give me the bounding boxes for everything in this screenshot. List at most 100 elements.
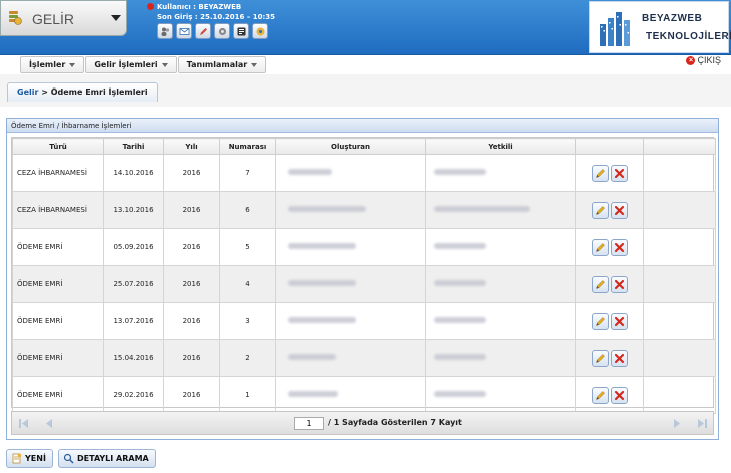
- cell-year: 2016: [163, 265, 220, 303]
- breadcrumb-current: Ödeme Emri İşlemleri: [50, 88, 148, 97]
- col-header-year[interactable]: Yılı: [163, 138, 220, 155]
- page-number-input[interactable]: 1: [294, 417, 324, 430]
- cell-actions: [575, 154, 644, 192]
- edit-row-button[interactable]: [591, 238, 609, 256]
- first-page-icon[interactable]: [18, 418, 30, 429]
- redacted-text: [434, 243, 486, 249]
- edit-row-button[interactable]: [591, 275, 609, 293]
- cell-actions: [575, 265, 644, 303]
- cell-type: ÖDEME EMRİ: [12, 302, 104, 340]
- table-row[interactable]: ÖDEME EMRİ 13.07.2016 2016 3: [12, 302, 716, 340]
- pencil-icon: [595, 242, 605, 252]
- cell-actions: [575, 191, 644, 229]
- delete-icon: [614, 316, 624, 326]
- delete-row-button[interactable]: [610, 349, 628, 367]
- pencil-icon: [595, 316, 605, 326]
- delete-row-button[interactable]: [610, 386, 628, 404]
- redacted-text: [434, 169, 486, 175]
- table-row[interactable]: ÖDEME EMRİ 05.09.2016 2016 5: [12, 228, 716, 266]
- table-header-row: Türü Tarihi Yılı Numarası Oluşturan Yetk…: [12, 138, 716, 155]
- delete-icon: [614, 168, 624, 178]
- pencil-icon: [595, 279, 605, 289]
- menu-islemler[interactable]: İşlemler: [20, 56, 85, 73]
- redacted-text: [434, 354, 486, 360]
- cell-type: CEZA İHBARNAMESİ: [12, 154, 104, 192]
- close-icon: ×: [686, 55, 696, 65]
- redacted-text: [288, 317, 356, 323]
- table-row[interactable]: ÖDEME EMRİ 15.04.2016 2016 2: [12, 339, 716, 377]
- cell-number: 2: [219, 339, 276, 377]
- cell-year: 2016: [163, 228, 220, 266]
- cell-year: 2016: [163, 339, 220, 377]
- table-row[interactable]: ÖDEME EMRİ 25.07.2016 2016 4: [12, 265, 716, 303]
- breadcrumb-bar: Gelir > Ödeme Emri İşlemleri: [0, 74, 731, 107]
- settings-button[interactable]: [214, 23, 230, 39]
- report-button[interactable]: [233, 23, 249, 39]
- menu-gelir-islemleri[interactable]: Gelir İşlemleri: [85, 56, 177, 73]
- cell-creator: [275, 339, 426, 377]
- delete-row-button[interactable]: [610, 275, 628, 293]
- report-icon: [237, 27, 245, 35]
- table-row[interactable]: CEZA İHBARNAMESİ 13.10.2016 2016 6: [12, 191, 716, 229]
- mail-button[interactable]: [176, 23, 192, 39]
- cell-number: 7: [219, 154, 276, 192]
- pencil-icon: [595, 353, 605, 363]
- next-page-icon[interactable]: [672, 418, 682, 429]
- cell-creator: [275, 154, 426, 192]
- delete-icon: [614, 205, 624, 215]
- edit-row-button[interactable]: [591, 312, 609, 330]
- cell-extra: [643, 265, 716, 303]
- col-header-date[interactable]: Tarihi: [103, 138, 164, 155]
- help-button[interactable]: [252, 23, 268, 39]
- col-header-creator[interactable]: Oluşturan: [275, 138, 426, 155]
- col-header-authorized[interactable]: Yetkili: [425, 138, 576, 155]
- delete-row-button[interactable]: [610, 312, 628, 330]
- col-header-type[interactable]: Türü: [12, 138, 104, 155]
- delete-row-button[interactable]: [610, 238, 628, 256]
- delete-row-button[interactable]: [610, 164, 628, 182]
- table-row[interactable]: CEZA İHBARNAMESİ 14.10.2016 2016 7: [12, 154, 716, 192]
- records-grid: Türü Tarihi Yılı Numarası Oluşturan Yetk…: [11, 137, 716, 414]
- chevron-down-icon: [251, 62, 258, 67]
- edit-row-button[interactable]: [591, 201, 609, 219]
- cell-creator: [275, 228, 426, 266]
- prev-page-icon[interactable]: [44, 418, 54, 429]
- redacted-text: [288, 354, 336, 360]
- chevron-down-icon: [69, 62, 76, 67]
- logout-link[interactable]: × ÇIKIŞ: [686, 55, 721, 65]
- col-header-number[interactable]: Numarası: [219, 138, 276, 155]
- table-row[interactable]: ÖDEME EMRİ 29.02.2016 2016 1: [12, 376, 716, 414]
- breadcrumb-root[interactable]: Gelir: [17, 88, 38, 97]
- last-page-icon[interactable]: [696, 418, 708, 429]
- cell-extra: [643, 191, 716, 229]
- new-button-label: YENİ: [25, 454, 46, 463]
- redacted-text: [434, 317, 486, 323]
- detailed-search-button[interactable]: DETAYLI ARAMA: [58, 449, 156, 468]
- users-icon: [161, 27, 169, 36]
- cell-extra: [643, 302, 716, 340]
- cell-number: 1: [219, 376, 276, 414]
- edit-row-button[interactable]: [591, 164, 609, 182]
- edit-button[interactable]: [195, 23, 211, 39]
- building-logo-icon: [600, 12, 630, 46]
- delete-icon: [614, 390, 624, 400]
- new-button[interactable]: YENİ: [6, 449, 53, 468]
- col-header-actions: [575, 138, 644, 155]
- edit-row-button[interactable]: [591, 349, 609, 367]
- cell-extra: [643, 228, 716, 266]
- menu-tanimlamalar[interactable]: Tanımlamalar: [177, 56, 267, 73]
- cell-actions: [575, 339, 644, 377]
- edit-row-button[interactable]: [591, 386, 609, 404]
- module-selector[interactable]: GELİR: [0, 0, 127, 36]
- delete-icon: [614, 279, 624, 289]
- cell-year: 2016: [163, 191, 220, 229]
- users-button[interactable]: [157, 23, 173, 39]
- cell-actions: [575, 376, 644, 414]
- cell-number: 6: [219, 191, 276, 229]
- cell-date: 14.10.2016: [103, 154, 164, 192]
- status-dot-icon: [147, 3, 154, 10]
- breadcrumb: Gelir > Ödeme Emri İşlemleri: [7, 82, 158, 102]
- row-actions: [576, 349, 643, 367]
- cell-date: 29.02.2016: [103, 376, 164, 414]
- delete-row-button[interactable]: [610, 201, 628, 219]
